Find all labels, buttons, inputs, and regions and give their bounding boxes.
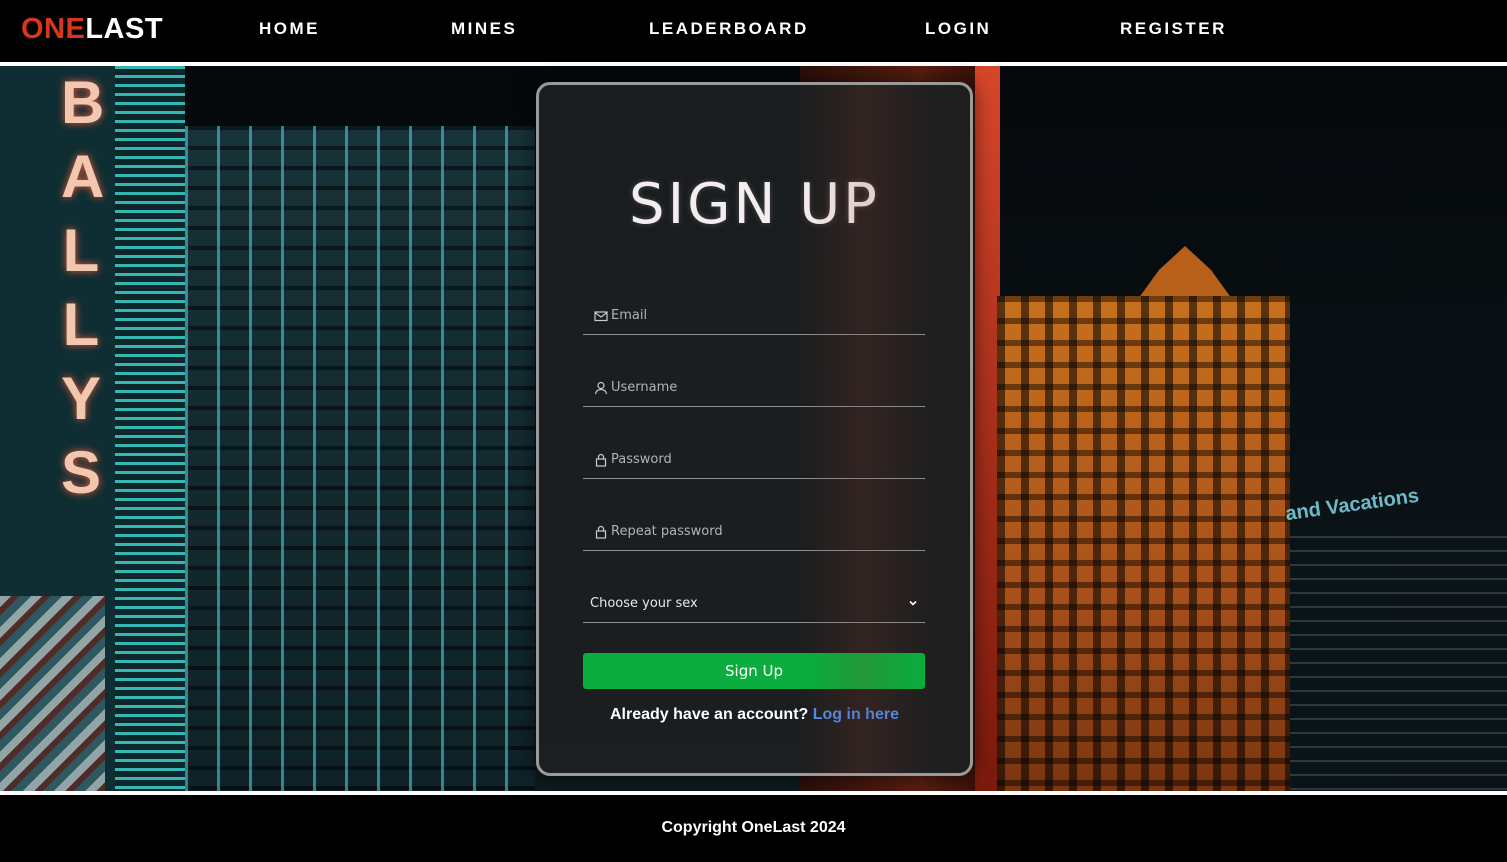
nav-leaderboard[interactable]: LEADERBOARD [649, 19, 809, 39]
login-prompt-text: Already have an account? [610, 706, 809, 723]
bg-tower-left [185, 126, 535, 791]
bg-neon-stripes [115, 66, 185, 791]
username-input[interactable] [611, 375, 911, 399]
bg-sign-letters: BALLYS [61, 69, 105, 506]
signup-card: SIGN UP Choose your sex S [536, 82, 973, 776]
sex-select-value: Choose your sex [590, 596, 698, 611]
nav-login[interactable]: LOGIN [925, 19, 991, 39]
bg-vacations-sign: and Vacations [1284, 484, 1421, 526]
lock-icon [595, 525, 607, 539]
logo[interactable]: ONELAST [21, 12, 163, 46]
footer: Copyright OneLast 2024 [0, 795, 1507, 862]
lock-icon [595, 453, 607, 467]
login-prompt-row: Already have an account? Log in here [539, 706, 970, 724]
email-input[interactable] [611, 303, 911, 327]
username-field[interactable] [583, 369, 925, 407]
bg-gold-tower [997, 296, 1290, 791]
nav-mines[interactable]: MINES [451, 19, 517, 39]
repeat-password-field[interactable] [583, 513, 925, 551]
password-input[interactable] [611, 447, 911, 471]
signup-title: SIGN UP [629, 172, 880, 237]
sex-select[interactable]: Choose your sex [583, 585, 925, 623]
bg-right-building [1290, 536, 1507, 791]
bg-billboard [0, 596, 105, 791]
logo-part-one: ONE [21, 13, 86, 45]
nav-register[interactable]: REGISTER [1120, 19, 1227, 39]
repeat-password-input[interactable] [611, 519, 911, 543]
email-field[interactable] [583, 297, 925, 335]
login-link[interactable]: Log in here [813, 706, 899, 723]
nav-home[interactable]: HOME [259, 19, 320, 39]
navbar: ONELAST HOME MINES LEADERBOARD LOGIN REG… [0, 0, 1507, 62]
copyright-text: Copyright OneLast 2024 [661, 819, 846, 836]
password-field[interactable] [583, 441, 925, 479]
signup-button[interactable]: Sign Up [583, 653, 925, 689]
logo-part-last: LAST [85, 13, 164, 45]
mail-icon [594, 311, 608, 322]
chevron-down-icon [909, 600, 917, 606]
user-icon [594, 381, 608, 395]
